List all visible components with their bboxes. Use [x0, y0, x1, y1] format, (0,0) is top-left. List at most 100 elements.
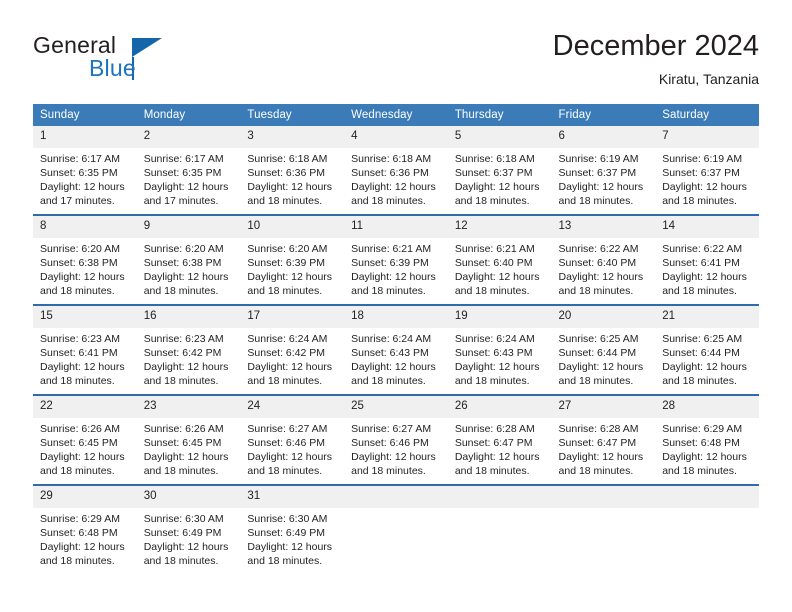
sunrise-text: Sunrise: 6:28 AM: [454, 423, 535, 435]
day-number: 13: [551, 216, 656, 238]
weekday-header-monday: Monday: [136, 104, 241, 126]
daylight-text: Daylight: 12 hours and 18 minutes.: [247, 541, 333, 568]
day-cell-inner: 21 Sunrise: 6:25 AM Sunset: 6:44 PM Dayligh…: [655, 306, 759, 394]
sunrise-text: Sunrise: 6:26 AM: [143, 423, 224, 435]
day-sun-info: Sunrise: 6:20 AM Sunset: 6:38 PM Daylight:…: [33, 238, 137, 298]
calendar-day-cell[interactable]: 20 Sunrise: 6:25 AM Sunset: 6:44 PM Dayligh…: [551, 304, 656, 395]
sunset-text: Sunset: 6:49 PM: [143, 527, 222, 540]
calendar-week-row: 8 Sunrise: 6:20 AM Sunset: 6:38 PM Daylight…: [33, 214, 759, 305]
daylight-text: Daylight: 12 hours and 18 minutes.: [247, 181, 333, 208]
day-number: 27: [551, 396, 656, 418]
sunset-text: Sunset: 6:39 PM: [351, 257, 429, 270]
sunset-text: Sunset: 6:41 PM: [40, 347, 118, 360]
calendar-day-cell[interactable]: 31 Sunrise: 6:30 AM Sunset: 6:49 PM Dayligh…: [240, 484, 345, 574]
day-number: 1: [33, 126, 137, 148]
daylight-text: Daylight: 12 hours and 18 minutes.: [454, 361, 540, 388]
calendar-day-cell[interactable]: 10 Sunrise: 6:20 AM Sunset: 6:39 PM Dayligh…: [240, 214, 345, 305]
day-cell-inner: 10 Sunrise: 6:20 AM Sunset: 6:39 PM Dayligh…: [240, 216, 345, 304]
calendar-day-cell[interactable]: 12 Sunrise: 6:21 AM Sunset: 6:40 PM Dayligh…: [447, 214, 552, 305]
day-number: 25: [344, 396, 448, 418]
calendar-day-cell[interactable]: 19 Sunrise: 6:24 AM Sunset: 6:43 PM Dayligh…: [447, 304, 552, 395]
sunrise-text: Sunrise: 6:29 AM: [662, 423, 743, 435]
day-sun-info: Sunrise: 6:29 AM Sunset: 6:48 PM Daylight:…: [33, 508, 137, 568]
day-cell-inner: 6 Sunrise: 6:19 AM Sunset: 6:37 PM Daylight…: [551, 126, 656, 214]
sunrise-text: Sunrise: 6:18 AM: [247, 153, 328, 165]
day-cell-inner: 17 Sunrise: 6:24 AM Sunset: 6:42 PM Dayligh…: [240, 306, 345, 394]
day-sun-info: Sunrise: 6:30 AM Sunset: 6:49 PM Daylight:…: [240, 508, 344, 568]
sunset-text: Sunset: 6:35 PM: [143, 167, 222, 180]
calendar-day-cell[interactable]: 14 Sunrise: 6:22 AM Sunset: 6:41 PM Dayligh…: [655, 214, 759, 305]
calendar-day-cell[interactable]: 8 Sunrise: 6:20 AM Sunset: 6:38 PM Daylight…: [33, 214, 137, 305]
day-sun-info: Sunrise: 6:17 AM Sunset: 6:35 PM Daylight:…: [33, 148, 137, 208]
general-blue-logo[interactable]: General Blue: [33, 32, 233, 88]
calendar-day-cell[interactable]: 16 Sunrise: 6:23 AM Sunset: 6:42 PM Dayligh…: [136, 304, 241, 395]
day-sun-info: Sunrise: 6:22 AM Sunset: 6:41 PM Daylight:…: [655, 238, 759, 298]
daylight-text: Daylight: 12 hours and 18 minutes.: [143, 271, 229, 298]
weekday-header-thursday: Thursday: [447, 104, 552, 126]
calendar-body: 1 Sunrise: 6:17 AM Sunset: 6:35 PM Daylight…: [33, 126, 759, 574]
calendar-day-cell[interactable]: 22 Sunrise: 6:26 AM Sunset: 6:45 PM Dayligh…: [33, 394, 137, 485]
calendar-day-cell[interactable]: 23 Sunrise: 6:26 AM Sunset: 6:45 PM Dayligh…: [136, 394, 241, 485]
calendar-day-cell[interactable]: 25 Sunrise: 6:27 AM Sunset: 6:46 PM Dayligh…: [344, 394, 448, 485]
day-cell-inner: 25 Sunrise: 6:27 AM Sunset: 6:46 PM Dayligh…: [344, 396, 448, 484]
weekday-header-saturday: Saturday: [655, 104, 759, 126]
calendar-day-cell[interactable]: 4 Sunrise: 6:18 AM Sunset: 6:36 PM Daylight…: [344, 126, 448, 215]
calendar-day-cell[interactable]: 26 Sunrise: 6:28 AM Sunset: 6:47 PM Dayligh…: [447, 394, 552, 485]
day-cell-inner: 9 Sunrise: 6:20 AM Sunset: 6:38 PM Daylight…: [136, 216, 241, 304]
sunrise-text: Sunrise: 6:29 AM: [40, 513, 120, 525]
day-sun-info: Sunrise: 6:21 AM Sunset: 6:40 PM Daylight:…: [448, 238, 552, 298]
day-sun-info: Sunrise: 6:25 AM Sunset: 6:44 PM Daylight:…: [552, 328, 656, 388]
day-cell-inner: 22 Sunrise: 6:26 AM Sunset: 6:45 PM Dayligh…: [33, 396, 137, 484]
day-number: [655, 486, 759, 508]
calendar-day-cell[interactable]: 29 Sunrise: 6:29 AM Sunset: 6:48 PM Dayligh…: [33, 484, 137, 574]
calendar-day-cell[interactable]: 5 Sunrise: 6:18 AM Sunset: 6:37 PM Daylight…: [447, 126, 552, 215]
day-number: 22: [33, 396, 137, 418]
calendar-day-cell[interactable]: 6 Sunrise: 6:19 AM Sunset: 6:37 PM Daylight…: [551, 126, 656, 215]
calendar-day-cell[interactable]: 17 Sunrise: 6:24 AM Sunset: 6:42 PM Dayligh…: [240, 304, 345, 395]
day-cell-inner: 20 Sunrise: 6:25 AM Sunset: 6:44 PM Dayligh…: [551, 306, 656, 394]
day-sun-info: Sunrise: 6:19 AM Sunset: 6:37 PM Daylight:…: [655, 148, 759, 208]
calendar-week-row: 1 Sunrise: 6:17 AM Sunset: 6:35 PM Daylight…: [33, 126, 759, 215]
calendar-day-cell[interactable]: 7 Sunrise: 6:19 AM Sunset: 6:37 PM Daylight…: [655, 126, 759, 215]
day-cell-inner: 15 Sunrise: 6:23 AM Sunset: 6:41 PM Dayligh…: [33, 306, 137, 394]
calendar-table: Sunday Monday Tuesday Wednesday Thursday…: [33, 104, 759, 574]
day-sun-info: Sunrise: 6:26 AM Sunset: 6:45 PM Daylight:…: [33, 418, 137, 478]
calendar-day-cell[interactable]: 18 Sunrise: 6:24 AM Sunset: 6:43 PM Dayligh…: [344, 304, 448, 395]
calendar-day-cell[interactable]: 13 Sunrise: 6:22 AM Sunset: 6:40 PM Dayligh…: [551, 214, 656, 305]
sunrise-text: Sunrise: 6:25 AM: [662, 333, 743, 345]
calendar-day-cell[interactable]: 24 Sunrise: 6:27 AM Sunset: 6:46 PM Dayligh…: [240, 394, 345, 485]
day-number: 6: [551, 126, 656, 148]
day-cell-inner: 27 Sunrise: 6:28 AM Sunset: 6:47 PM Dayligh…: [551, 396, 656, 484]
calendar-day-cell[interactable]: 11 Sunrise: 6:21 AM Sunset: 6:39 PM Dayligh…: [344, 214, 448, 305]
day-cell-inner: 14 Sunrise: 6:22 AM Sunset: 6:41 PM Dayligh…: [655, 216, 759, 304]
weekday-header-sunday: Sunday: [33, 104, 137, 126]
day-number: 31: [240, 486, 345, 508]
day-sun-info: Sunrise: 6:27 AM Sunset: 6:46 PM Daylight:…: [344, 418, 448, 478]
sunset-text: Sunset: 6:38 PM: [143, 257, 222, 270]
sunset-text: Sunset: 6:46 PM: [247, 437, 326, 450]
calendar-day-cell[interactable]: 9 Sunrise: 6:20 AM Sunset: 6:38 PM Daylight…: [136, 214, 241, 305]
calendar-day-cell[interactable]: 30 Sunrise: 6:30 AM Sunset: 6:49 PM Dayligh…: [136, 484, 241, 574]
sunset-text: Sunset: 6:40 PM: [558, 257, 637, 270]
day-number: [447, 486, 552, 508]
daylight-text: Daylight: 12 hours and 18 minutes.: [351, 181, 436, 208]
calendar-day-cell[interactable]: 2 Sunrise: 6:17 AM Sunset: 6:35 PM Daylight…: [136, 126, 241, 215]
sunrise-text: Sunrise: 6:24 AM: [351, 333, 432, 345]
sunrise-text: Sunrise: 6:24 AM: [454, 333, 535, 345]
day-cell-inner: [344, 486, 448, 574]
daylight-text: Daylight: 12 hours and 18 minutes.: [662, 451, 747, 478]
calendar-day-cell[interactable]: 21 Sunrise: 6:25 AM Sunset: 6:44 PM Dayligh…: [655, 304, 759, 395]
calendar-day-cell[interactable]: 1 Sunrise: 6:17 AM Sunset: 6:35 PM Daylight…: [33, 126, 137, 215]
sunset-text: Sunset: 6:43 PM: [454, 347, 533, 360]
day-sun-info: Sunrise: 6:20 AM Sunset: 6:39 PM Daylight:…: [240, 238, 344, 298]
day-number: 18: [344, 306, 448, 328]
calendar-day-cell[interactable]: 15 Sunrise: 6:23 AM Sunset: 6:41 PM Dayligh…: [33, 304, 137, 395]
page-header: General Blue December 2024 Kiratu, Tanza…: [33, 28, 759, 96]
day-cell-inner: [551, 486, 656, 574]
sunrise-text: Sunrise: 6:17 AM: [40, 153, 120, 165]
calendar-day-cell[interactable]: 28 Sunrise: 6:29 AM Sunset: 6:48 PM Dayligh…: [655, 394, 759, 485]
daylight-text: Daylight: 12 hours and 18 minutes.: [40, 451, 125, 478]
calendar-day-cell[interactable]: 3 Sunrise: 6:18 AM Sunset: 6:36 PM Daylight…: [240, 126, 345, 215]
daylight-text: Daylight: 12 hours and 18 minutes.: [558, 361, 644, 388]
calendar-day-cell[interactable]: 27 Sunrise: 6:28 AM Sunset: 6:47 PM Dayligh…: [551, 394, 656, 485]
